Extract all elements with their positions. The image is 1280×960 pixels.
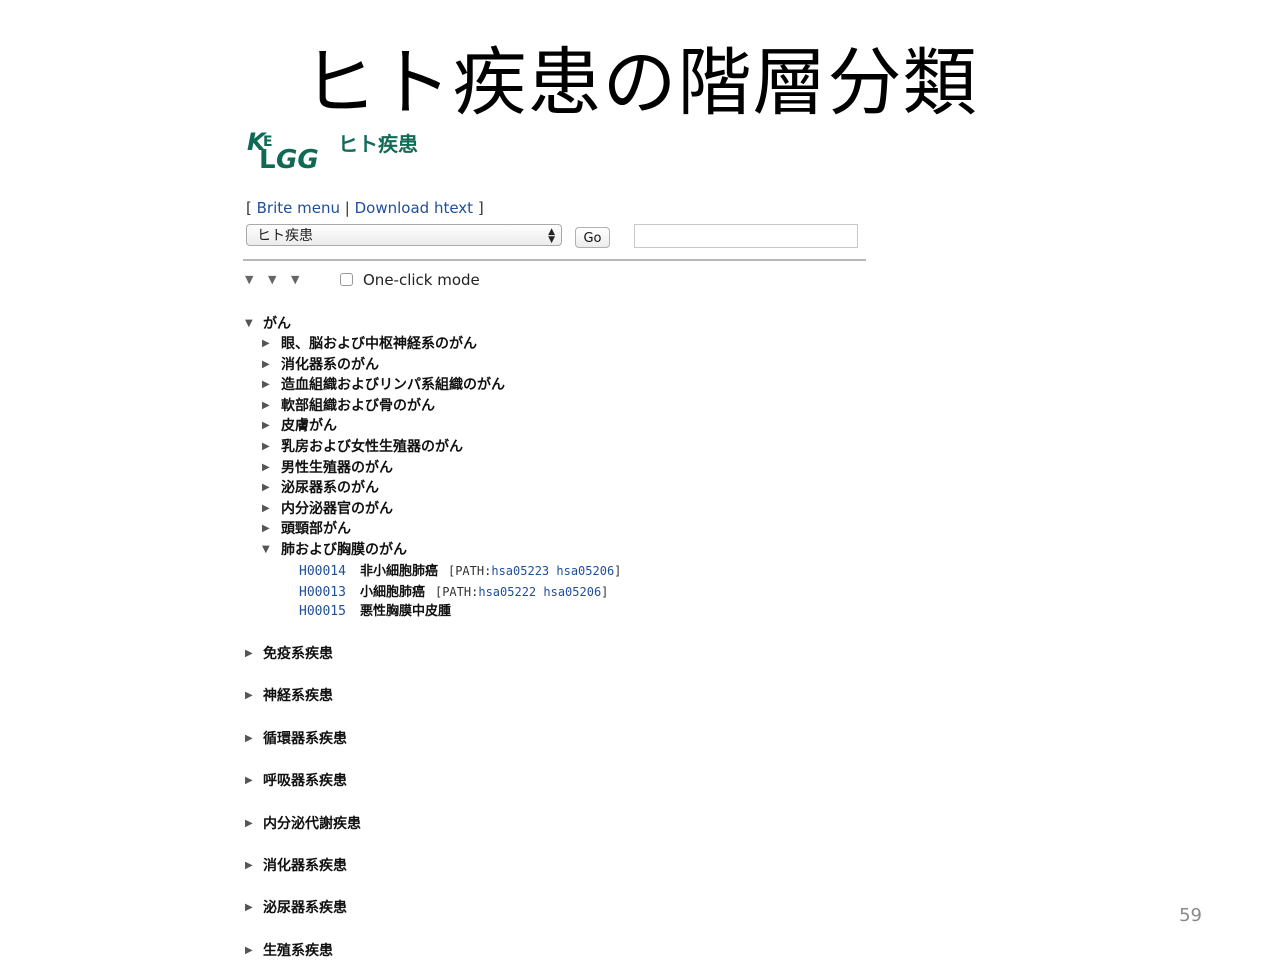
- divider: [243, 259, 866, 261]
- tree-subcategory[interactable]: 軟部組織および骨のがん: [281, 398, 435, 414]
- tree-category[interactable]: 呼吸器系疾患: [263, 773, 347, 789]
- level-toggles: ▼ ▼ ▼: [245, 273, 314, 286]
- slide-title: ヒト疾患の階層分類: [302, 40, 978, 126]
- expand-arrow-icon[interactable]: ▶: [262, 522, 270, 536]
- expand-arrow-icon[interactable]: ▶: [245, 859, 253, 873]
- tree-subcategory[interactable]: 皮膚がん: [281, 418, 337, 434]
- oneclick-checkbox[interactable]: [340, 273, 353, 286]
- tree-subcategory[interactable]: 乳房および女性生殖器のがん: [281, 439, 463, 455]
- pathway-refs: [PATH:hsa05222 hsa05206]: [435, 585, 608, 599]
- brite-links: [ Brite menu | Download htext ]: [246, 199, 484, 217]
- pathway-link[interactable]: hsa05206: [543, 585, 601, 599]
- tree-subcategory[interactable]: 男性生殖器のがん: [281, 460, 393, 476]
- path-open: [PATH:: [447, 564, 492, 578]
- expand-arrow-icon[interactable]: ▶: [262, 399, 270, 413]
- tree-category[interactable]: 消化器系疾患: [263, 858, 347, 874]
- tree-category[interactable]: 生殖系疾患: [263, 943, 333, 959]
- go-button[interactable]: Go: [575, 227, 610, 248]
- brite-menu-link[interactable]: Brite menu: [257, 199, 340, 217]
- expand-arrow-icon[interactable]: ▶: [262, 461, 270, 475]
- tree-category[interactable]: 免疫系疾患: [263, 646, 333, 662]
- tree-category[interactable]: 神経系疾患: [263, 688, 333, 704]
- oneclick-label: One-click mode: [363, 271, 480, 289]
- tree-subcategory[interactable]: 眼、脳および中枢神経系のがん: [281, 336, 477, 352]
- pathway-link[interactable]: hsa05206: [556, 564, 614, 578]
- tree-category[interactable]: 泌尿器系疾患: [263, 900, 347, 916]
- page-number: 59: [1179, 905, 1202, 926]
- disease-entry: H00013 小細胞肺癌 [PATH:hsa05222 hsa05206]: [299, 584, 608, 601]
- expand-arrow-icon[interactable]: ▶: [245, 944, 253, 958]
- expand-arrow-icon[interactable]: ▼: [245, 317, 253, 331]
- expand-arrow-icon[interactable]: ▶: [245, 817, 253, 831]
- pathway-link[interactable]: hsa05223: [491, 564, 549, 578]
- expand-arrow-icon[interactable]: ▶: [262, 378, 270, 392]
- path-close: ]: [601, 584, 609, 599]
- tree-category[interactable]: 循環器系疾患: [263, 731, 347, 747]
- category-select-value: ヒト疾患: [257, 228, 313, 244]
- category-select[interactable]: ヒト疾患 ▲ ▼: [246, 224, 562, 246]
- bracket-close: ]: [477, 199, 484, 217]
- select-updown-icon: ▲ ▼: [548, 227, 555, 245]
- tree-subcategory[interactable]: 造血組織およびリンパ系組織のがん: [281, 377, 505, 393]
- expand-arrow-icon[interactable]: ▶: [245, 901, 253, 915]
- disease-name: 悪性胸膜中皮腫: [359, 604, 451, 619]
- expand-arrow-icon[interactable]: ▼: [262, 543, 270, 557]
- expand-arrow-icon[interactable]: ▶: [262, 358, 270, 372]
- kegg-page-title: ヒト疾患: [338, 132, 418, 156]
- tree-subcategory[interactable]: 消化器系のがん: [281, 357, 379, 373]
- disease-code-link[interactable]: H00013: [299, 585, 346, 600]
- svg-text:L: L: [259, 145, 276, 174]
- expand-arrow-icon[interactable]: ▶: [245, 647, 253, 661]
- expand-arrow-icon[interactable]: ▶: [262, 440, 270, 454]
- download-htext-link[interactable]: Download htext: [355, 199, 473, 217]
- level-3-toggle-icon[interactable]: ▼: [291, 273, 314, 286]
- expand-arrow-icon[interactable]: ▶: [262, 419, 270, 433]
- expand-arrow-icon[interactable]: ▶: [262, 337, 270, 351]
- disease-code-link[interactable]: H00014: [299, 564, 346, 579]
- link-separator: |: [344, 199, 350, 217]
- tree-subcategory[interactable]: 肺および胸膜のがん: [281, 542, 407, 558]
- path-close: ]: [614, 564, 622, 578]
- disease-name: 小細胞肺癌: [359, 584, 425, 600]
- tree-subcategory[interactable]: 頭頸部がん: [281, 521, 351, 537]
- tree-subcategory[interactable]: 泌尿器系のがん: [281, 480, 379, 496]
- expand-arrow-icon[interactable]: ▶: [245, 732, 253, 746]
- svg-text:GG: GG: [276, 145, 319, 174]
- pathway-link[interactable]: hsa05222: [478, 585, 536, 599]
- path-open: [PATH:: [434, 584, 479, 599]
- search-input[interactable]: [634, 224, 858, 248]
- tree-category-cancer[interactable]: がん: [263, 316, 291, 332]
- expand-arrow-icon[interactable]: ▶: [262, 502, 270, 516]
- expand-arrow-icon[interactable]: ▶: [262, 481, 270, 495]
- expand-arrow-icon[interactable]: ▶: [245, 689, 253, 703]
- disease-entry: H00015 悪性胸膜中皮腫: [299, 604, 461, 620]
- disease-name: 非小細胞肺癌: [359, 564, 438, 579]
- tree-category[interactable]: 内分泌代謝疾患: [263, 816, 361, 832]
- expand-arrow-icon[interactable]: ▶: [245, 774, 253, 788]
- pathway-refs: [PATH:hsa05223 hsa05206]: [448, 564, 621, 578]
- bracket-open: [: [246, 199, 252, 217]
- disease-entry: H00014 非小細胞肺癌 [PATH:hsa05223 hsa05206]: [299, 563, 621, 580]
- disease-code-link[interactable]: H00015: [299, 604, 346, 619]
- tree-subcategory[interactable]: 内分泌器官のがん: [281, 501, 393, 517]
- kegg-logo[interactable]: K E L GG: [246, 124, 322, 174]
- level-2-toggle-icon[interactable]: ▼: [268, 273, 291, 286]
- level-1-toggle-icon[interactable]: ▼: [245, 273, 268, 286]
